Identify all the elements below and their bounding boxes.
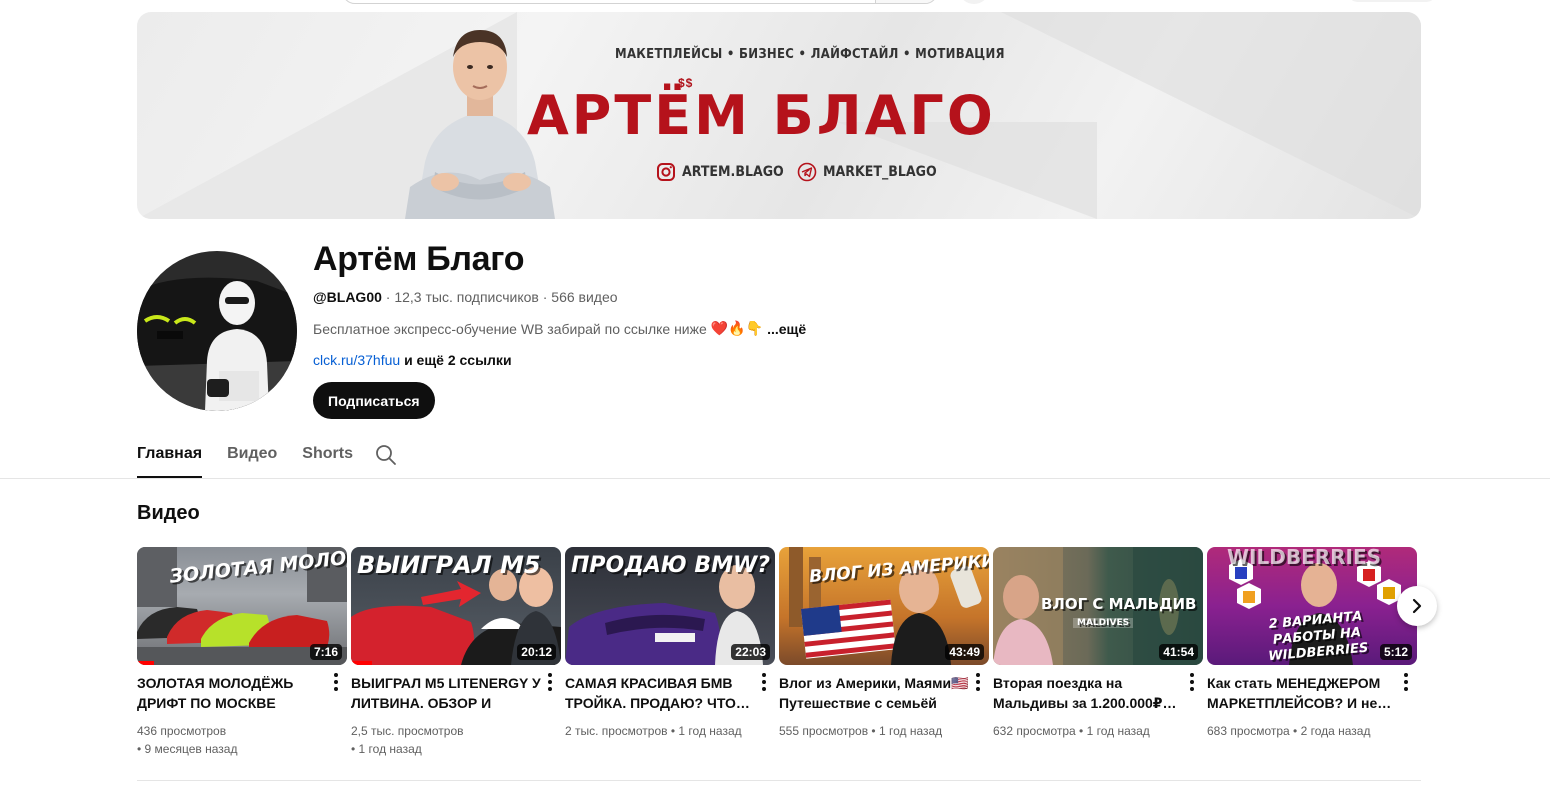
video-thumbnail[interactable]: ВЛОГ С МАЛЬДИВ MALDIVES 41:54 xyxy=(993,547,1203,665)
video-meta: 2 тыс. просмотров • 1 год назад xyxy=(565,722,765,740)
video-card[interactable]: ВЫИГРАЛ M5 20:12 ВЫИГРАЛ M5 LITENERGY У … xyxy=(351,547,561,756)
channel-tabs: Главная Видео Shorts xyxy=(137,440,378,478)
video-duration: 41:54 xyxy=(1159,644,1198,660)
more-vert-icon[interactable] xyxy=(547,671,553,693)
video-title[interactable]: Влог из Америки, Маями🇺🇸 Путешествие с с… xyxy=(779,673,969,713)
subscribe-button[interactable]: Подписаться xyxy=(313,382,435,419)
video-card[interactable]: ЗОЛОТАЯ МОЛОДЕЖЬ 7:16 ЗОЛОТАЯ МОЛОДЁЖЬ Д… xyxy=(137,547,347,756)
telegram-handle: MARKET_BLAGO xyxy=(823,164,937,180)
section-divider xyxy=(137,780,1421,781)
video-title[interactable]: Как стать МЕНЕДЖЕРОМ МАРКЕТПЛЕЙСОВ? И не… xyxy=(1207,673,1397,713)
view-count: 683 просмотра • 2 года назад xyxy=(1207,724,1371,738)
view-count: 436 просмотров xyxy=(137,724,227,738)
upload-age: 1 год назад xyxy=(878,724,943,738)
thumb-toptext: WILDBERRIES xyxy=(1227,547,1382,569)
video-title[interactable]: ВЫИГРАЛ M5 LITENERGY У ЛИТВИНА. ОБЗОР И … xyxy=(351,673,541,713)
view-count: 555 просмотров • 1 год назад xyxy=(779,724,943,738)
tab-videos[interactable]: Видео xyxy=(227,440,277,478)
watch-progress xyxy=(137,661,154,665)
more-vert-icon[interactable] xyxy=(761,671,767,693)
account-area[interactable] xyxy=(1347,0,1437,2)
video-meta: 436 просмотров • 9 месяцев назад xyxy=(137,722,337,758)
view-count: 632 просмотра • 1 год назад xyxy=(993,724,1150,738)
subscriber-count: 12,3 тыс. подписчиков xyxy=(394,289,539,305)
search-button[interactable] xyxy=(875,0,937,3)
more-links[interactable]: и ещё 2 ссылки xyxy=(404,352,511,368)
tab-shorts[interactable]: Shorts xyxy=(302,440,353,478)
telegram-icon xyxy=(797,162,817,182)
search-bar[interactable] xyxy=(342,0,938,4)
description-text: Бесплатное экспресс-обучение WB забирай … xyxy=(313,320,707,337)
video-meta: 632 просмотра • 1 год назад xyxy=(993,722,1193,740)
video-thumbnail[interactable]: ВЫИГРАЛ M5 20:12 xyxy=(351,547,561,665)
view-count: 2 тыс. просмотров • 1 год назад xyxy=(565,724,742,738)
upload-age: 9 месяцев назад xyxy=(144,742,238,756)
video-duration: 22:03 xyxy=(731,644,770,660)
video-thumbnail[interactable]: ВЛОГ ИЗ АМЕРИКИ 43:49 xyxy=(779,547,989,665)
video-duration: 43:49 xyxy=(945,644,984,660)
description-emoji: ❤️🔥👇 xyxy=(710,320,764,336)
tabs-divider xyxy=(0,478,1550,479)
video-card[interactable]: ВЛОГ ИЗ АМЕРИКИ 43:49 Влог из Америки, М… xyxy=(779,547,989,738)
watch-progress xyxy=(351,661,372,665)
chevron-right-icon xyxy=(1412,598,1422,614)
video-card[interactable]: WILDBERRIES 2 ВАРИАНТА РАБОТЫ НА WILDBER… xyxy=(1207,547,1417,738)
video-title[interactable]: Вторая поездка на Мальдивы за 1.200.000₽… xyxy=(993,673,1183,713)
carousel-next-button[interactable] xyxy=(1397,586,1437,626)
section-title: Видео xyxy=(137,502,200,524)
video-meta: 2,5 тыс. просмотров • 1 год назад xyxy=(351,722,551,758)
channel-meta: @BLAG00 · 12,3 тыс. подписчиков · 566 ви… xyxy=(313,289,618,305)
upload-age: 1 год назад xyxy=(358,742,422,756)
mic-button[interactable] xyxy=(960,0,988,4)
video-meta: 683 просмотра • 2 года назад xyxy=(1207,722,1407,740)
video-thumbnail[interactable]: ЗОЛОТАЯ МОЛОДЕЖЬ 7:16 xyxy=(137,547,347,665)
more-vert-icon[interactable] xyxy=(333,671,339,693)
banner-telegram: MARKET_BLAGO xyxy=(797,162,937,182)
thumb-text: ВЛОГ С МАЛЬДИВ xyxy=(1041,595,1197,613)
more-vert-icon[interactable] xyxy=(975,671,981,693)
video-meta: 555 просмотров • 1 год назад xyxy=(779,722,979,740)
banner-tags: МАКЕТПЛЕЙСЫ • БИЗНЕС • ЛАЙФСТАЙЛ • МОТИВ… xyxy=(615,47,1005,62)
tab-home[interactable]: Главная xyxy=(137,440,203,478)
upload-age: 2 года назад xyxy=(1300,724,1371,738)
instagram-icon xyxy=(657,163,675,181)
video-card[interactable]: ВЛОГ С МАЛЬДИВ MALDIVES 41:54 Вторая пое… xyxy=(993,547,1203,738)
upload-age: 1 год назад xyxy=(678,724,742,738)
channel-title: Артём Благо xyxy=(313,240,525,278)
channel-link[interactable]: clck.ru/37hfuu xyxy=(313,352,400,368)
video-card[interactable]: ПРОДАЮ BMW? 22:03 САМАЯ КРАСИВАЯ БМВ ТРО… xyxy=(565,547,775,738)
search-icon[interactable] xyxy=(374,443,398,467)
video-title[interactable]: САМАЯ КРАСИВАЯ БМВ ТРОЙКА. ПРОДАЮ? ЧТО… xyxy=(565,673,755,713)
channel-handle: @BLAG00 xyxy=(313,289,382,305)
more-vert-icon[interactable] xyxy=(1403,671,1409,693)
thumb-text: ПРОДАЮ BMW? xyxy=(571,553,771,578)
video-count: 566 видео xyxy=(551,289,618,305)
channel-links: clck.ru/37hfuu и ещё 2 ссылки xyxy=(313,352,512,368)
thumb-subtext: MALDIVES xyxy=(1073,618,1134,628)
banner-channel-name: АРТЁМ БЛАГО xyxy=(527,84,996,147)
view-count: 2,5 тыс. просмотров xyxy=(351,724,464,738)
video-duration: 7:16 xyxy=(309,644,342,660)
channel-avatar[interactable] xyxy=(137,251,297,411)
video-title[interactable]: ЗОЛОТАЯ МОЛОДЁЖЬ ДРИФТ ПО МОСКВЕ xyxy=(137,673,327,713)
video-thumbnail[interactable]: WILDBERRIES 2 ВАРИАНТА РАБОТЫ НА WILDBER… xyxy=(1207,547,1417,665)
video-thumbnail[interactable]: ПРОДАЮ BMW? 22:03 xyxy=(565,547,775,665)
description-more-link[interactable]: ...ещё xyxy=(767,321,806,337)
channel-description[interactable]: Бесплатное экспресс-обучение WB забирай … xyxy=(313,320,806,337)
more-vert-icon[interactable] xyxy=(1189,671,1195,693)
instagram-handle: ARTEM.BLAGO xyxy=(682,164,784,180)
banner-instagram: ARTEM.BLAGO xyxy=(656,162,784,182)
channel-banner: МАКЕТПЛЕЙСЫ • БИЗНЕС • ЛАЙФСТАЙЛ • МОТИВ… xyxy=(137,12,1421,219)
thumb-text: ВЫИГРАЛ M5 xyxy=(357,551,541,579)
video-duration: 5:12 xyxy=(1379,644,1412,660)
video-duration: 20:12 xyxy=(517,644,556,660)
upload-age: 1 год назад xyxy=(1086,724,1150,738)
